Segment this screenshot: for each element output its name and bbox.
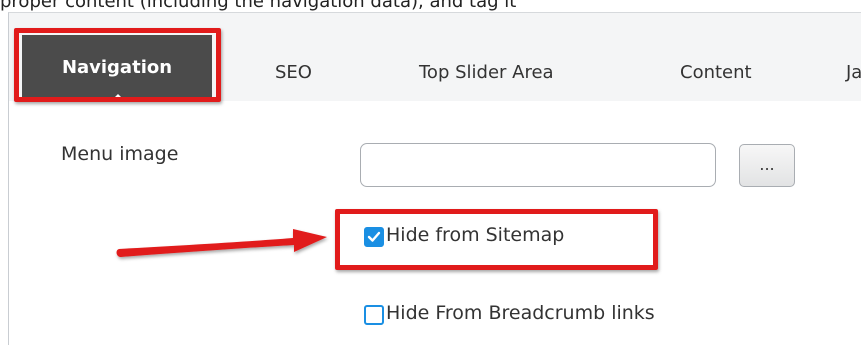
- page: proper content (including the navigation…: [0, 0, 861, 345]
- navigation-tab-highlight-box: [14, 28, 221, 102]
- hide-from-breadcrumb-label[interactable]: Hide From Breadcrumb links: [386, 302, 655, 324]
- checkmark-icon: [367, 231, 381, 242]
- menu-image-input[interactable]: [360, 143, 716, 187]
- tab-seo[interactable]: SEO: [275, 44, 312, 102]
- red-arrow-icon: [116, 229, 327, 257]
- tab-ja-truncated[interactable]: Ja: [846, 44, 861, 102]
- hide-from-sitemap-label[interactable]: Hide from Sitemap: [386, 224, 564, 246]
- tab-content[interactable]: Content: [680, 44, 752, 102]
- top-caption-text: proper content (including the navigation…: [0, 0, 517, 12]
- hide-from-sitemap-checkbox[interactable]: [364, 227, 384, 247]
- menu-image-browse-button[interactable]: ...: [739, 144, 795, 187]
- page-editor-panel: Navigation SEO Top Slider Area Content J…: [8, 12, 861, 345]
- tab-top-slider-area[interactable]: Top Slider Area: [419, 44, 554, 102]
- hide-from-breadcrumb-checkbox[interactable]: [364, 305, 384, 325]
- menu-image-label: Menu image: [61, 143, 179, 165]
- top-caption-strip: proper content (including the navigation…: [0, 0, 861, 12]
